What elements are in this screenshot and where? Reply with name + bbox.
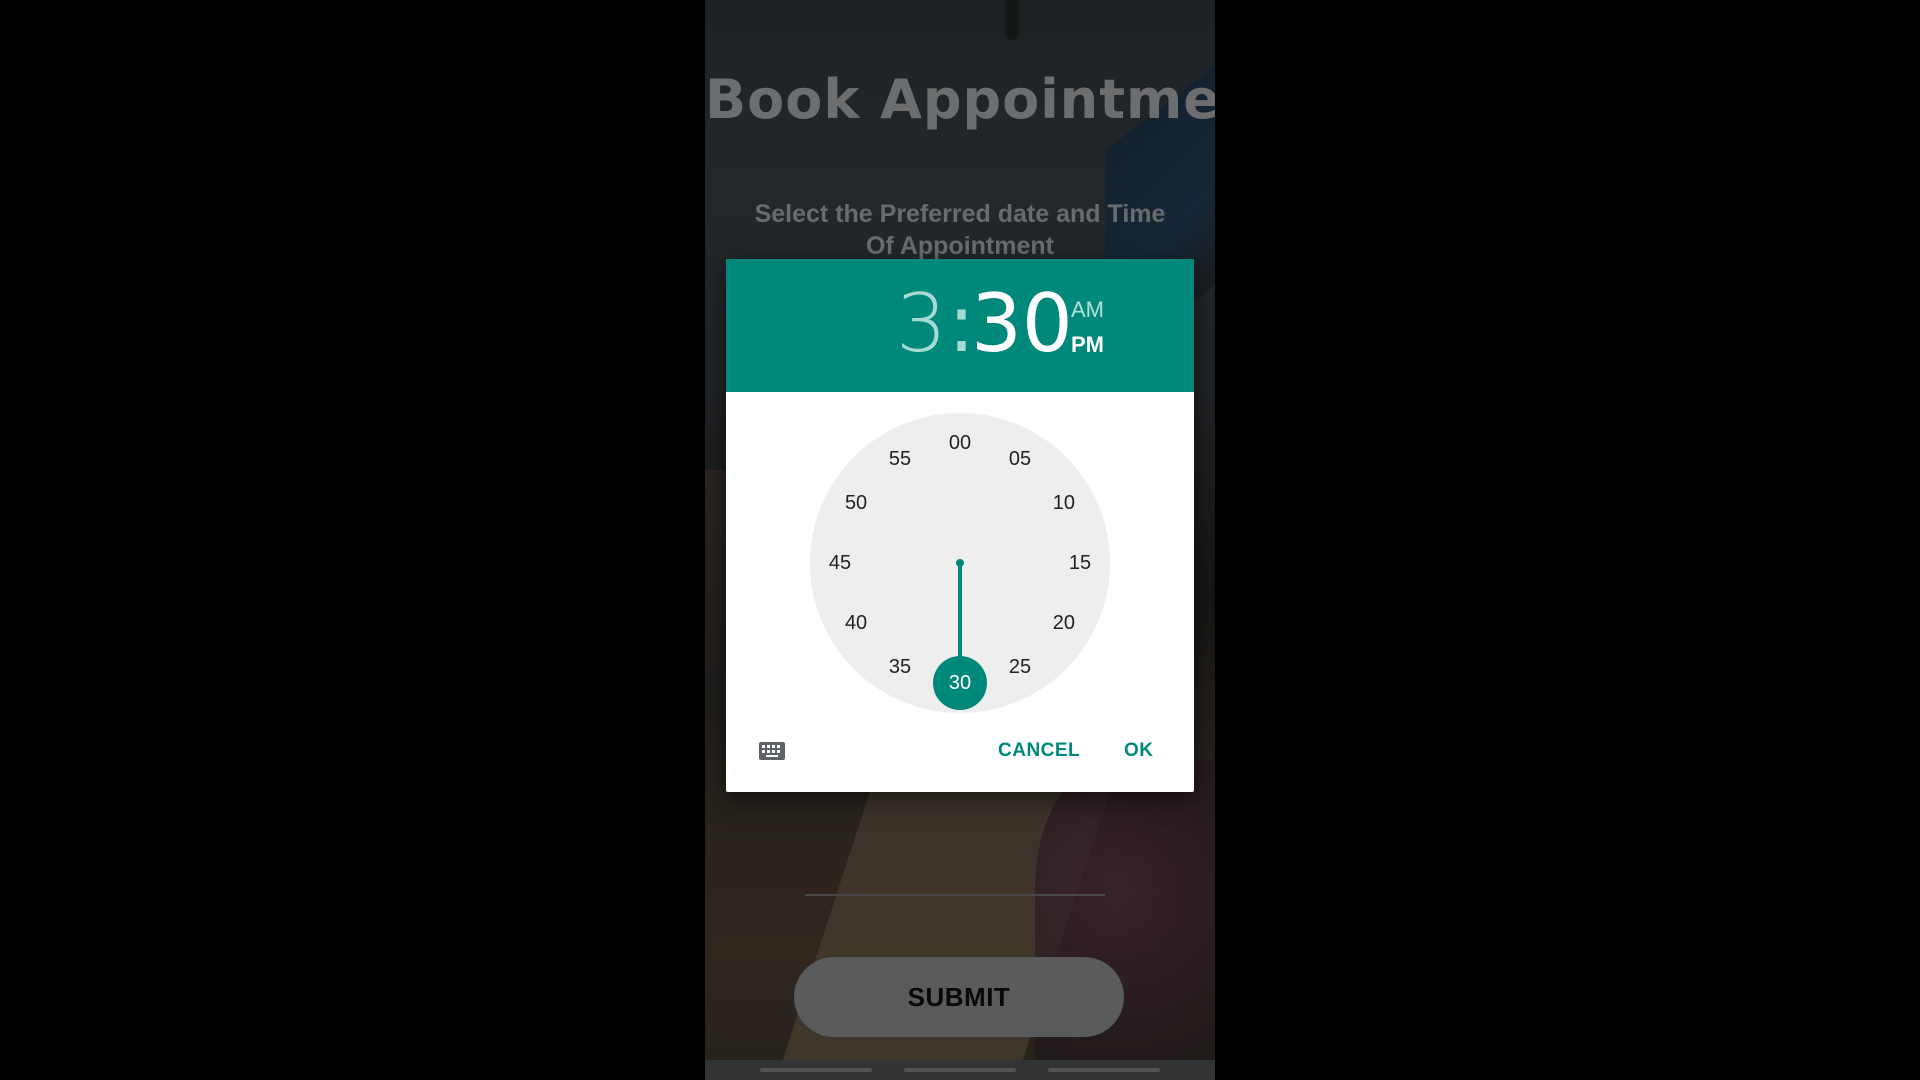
minute-display[interactable]: 30 — [971, 279, 1073, 369]
clock-minute-15[interactable]: 15 — [1060, 548, 1100, 578]
clock-minute-55[interactable]: 55 — [880, 444, 920, 474]
clock-minute-35[interactable]: 35 — [880, 652, 920, 682]
pm-toggle[interactable]: PM — [1071, 332, 1104, 358]
time-picker-dialog: 3 : 30 AM PM 00 05 10 15 20 25 30 35 40 45 50 55 CA… — [726, 259, 1194, 792]
cancel-button[interactable]: CANCEL — [998, 735, 1080, 767]
ok-button[interactable]: OK — [1124, 735, 1154, 767]
keyboard-input-toggle[interactable] — [758, 741, 786, 761]
hour-display[interactable]: 3 — [896, 279, 947, 369]
clock-minute-50[interactable]: 50 — [836, 488, 876, 518]
clock-minute-45[interactable]: 45 — [820, 548, 860, 578]
clock-hand — [958, 563, 962, 659]
clock-minute-40[interactable]: 40 — [836, 608, 876, 638]
clock-minute-00[interactable]: 00 — [940, 428, 980, 458]
phone-screen: Book Appointment Select the Preferred da… — [705, 0, 1215, 1080]
am-toggle[interactable]: AM — [1071, 297, 1104, 323]
clock-minute-25[interactable]: 25 — [1000, 652, 1040, 682]
clock-minute-05[interactable]: 05 — [1000, 444, 1040, 474]
keyboard-icon — [759, 742, 785, 760]
clock-minute-20[interactable]: 20 — [1044, 608, 1084, 638]
time-picker-header: 3 : 30 AM PM — [726, 259, 1194, 392]
clock-minute-30-selected[interactable]: 30 — [933, 656, 987, 710]
clock-minute-10[interactable]: 10 — [1044, 488, 1084, 518]
clock-center-dot — [956, 559, 964, 567]
minute-clock-face[interactable]: 00 05 10 15 20 25 30 35 40 45 50 55 — [810, 413, 1110, 713]
